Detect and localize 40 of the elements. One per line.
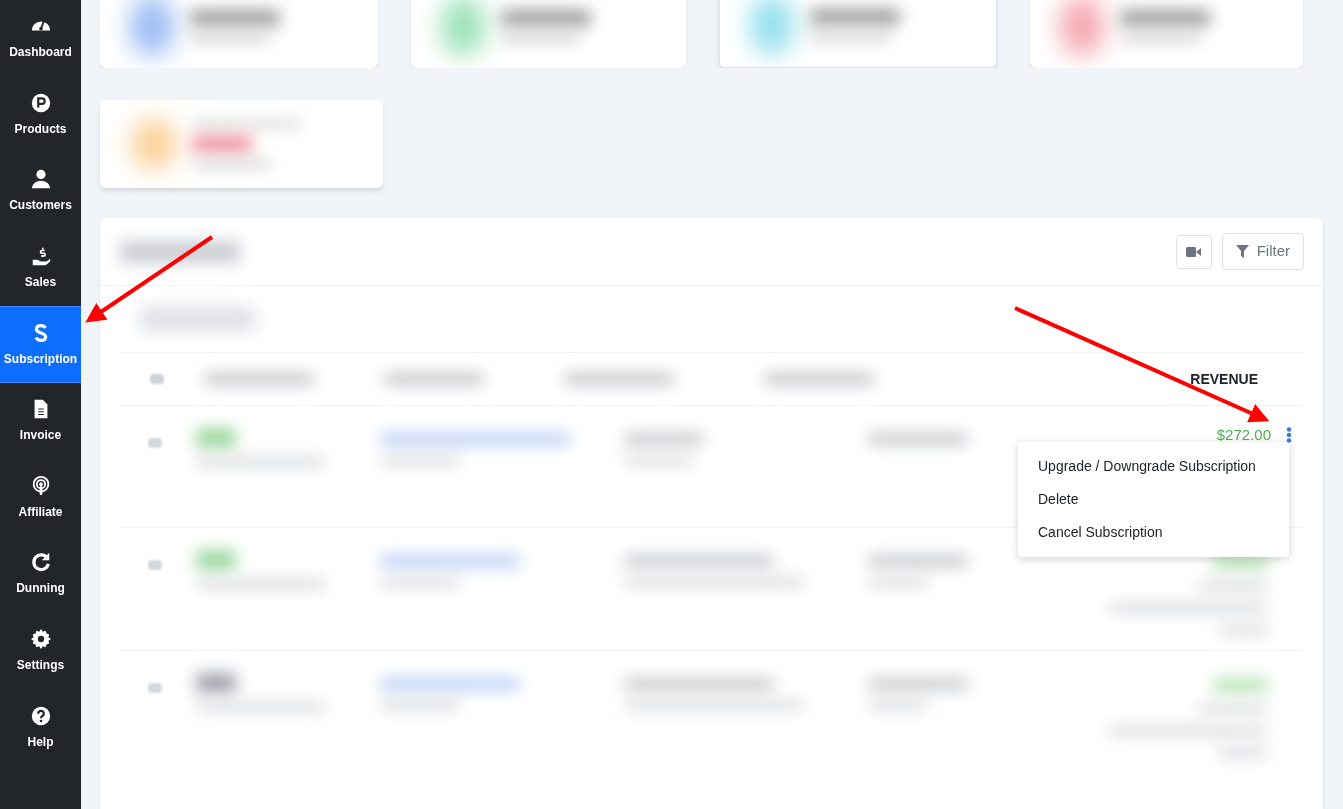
blurred-text — [192, 136, 252, 152]
p-circle-icon — [29, 91, 52, 114]
redo-icon — [29, 551, 52, 574]
blurred-icon — [130, 0, 174, 56]
sidebar-item[interactable]: Dunning — [0, 536, 81, 613]
sidebar-item[interactable]: Subscription — [0, 306, 81, 383]
blurred-badge — [196, 550, 236, 570]
more-options-button[interactable] — [1285, 426, 1293, 445]
video-camera-icon — [1186, 246, 1202, 257]
video-button[interactable] — [1175, 234, 1212, 269]
revenue-amount: $272.00 — [1216, 425, 1271, 445]
menu-item[interactable]: Delete — [1018, 483, 1289, 516]
blurred-badge — [196, 673, 236, 693]
sidebar-item[interactable]: Products — [0, 76, 81, 154]
menu-item[interactable]: Cancel Subscription — [1018, 516, 1289, 549]
blurred-icon — [1059, 0, 1104, 56]
blurred-text — [148, 438, 162, 448]
blurred-icon — [440, 0, 485, 56]
blurred-text — [148, 683, 162, 693]
blurred-icon — [749, 0, 794, 55]
sidebar-item[interactable]: Settings — [0, 612, 81, 690]
blurred-text — [148, 560, 162, 570]
column-header: REVENUE — [1190, 369, 1258, 389]
sidebar-item[interactable]: Invoice — [0, 382, 81, 460]
settings-icon — [29, 628, 52, 651]
filter-button[interactable]: Filter — [1221, 233, 1304, 270]
help-icon — [29, 704, 52, 727]
menu-item[interactable]: Upgrade / Downgrade Subscription — [1018, 450, 1289, 483]
sidebar-item[interactable]: Help — [0, 689, 81, 766]
filter-icon — [1235, 245, 1249, 258]
user-icon — [29, 168, 52, 191]
blurred-badge — [196, 428, 236, 448]
sidebar-item[interactable]: Sales — [0, 229, 81, 307]
sidebar-item[interactable]: Dashboard — [0, 0, 81, 77]
blurred-icon — [132, 119, 176, 169]
sidebar-item[interactable]: Customers — [0, 153, 81, 230]
sidebar-item[interactable]: Affiliate — [0, 459, 81, 537]
kebab-icon — [1286, 427, 1292, 444]
blurred-text — [150, 374, 164, 384]
blurred-text — [1213, 679, 1268, 691]
